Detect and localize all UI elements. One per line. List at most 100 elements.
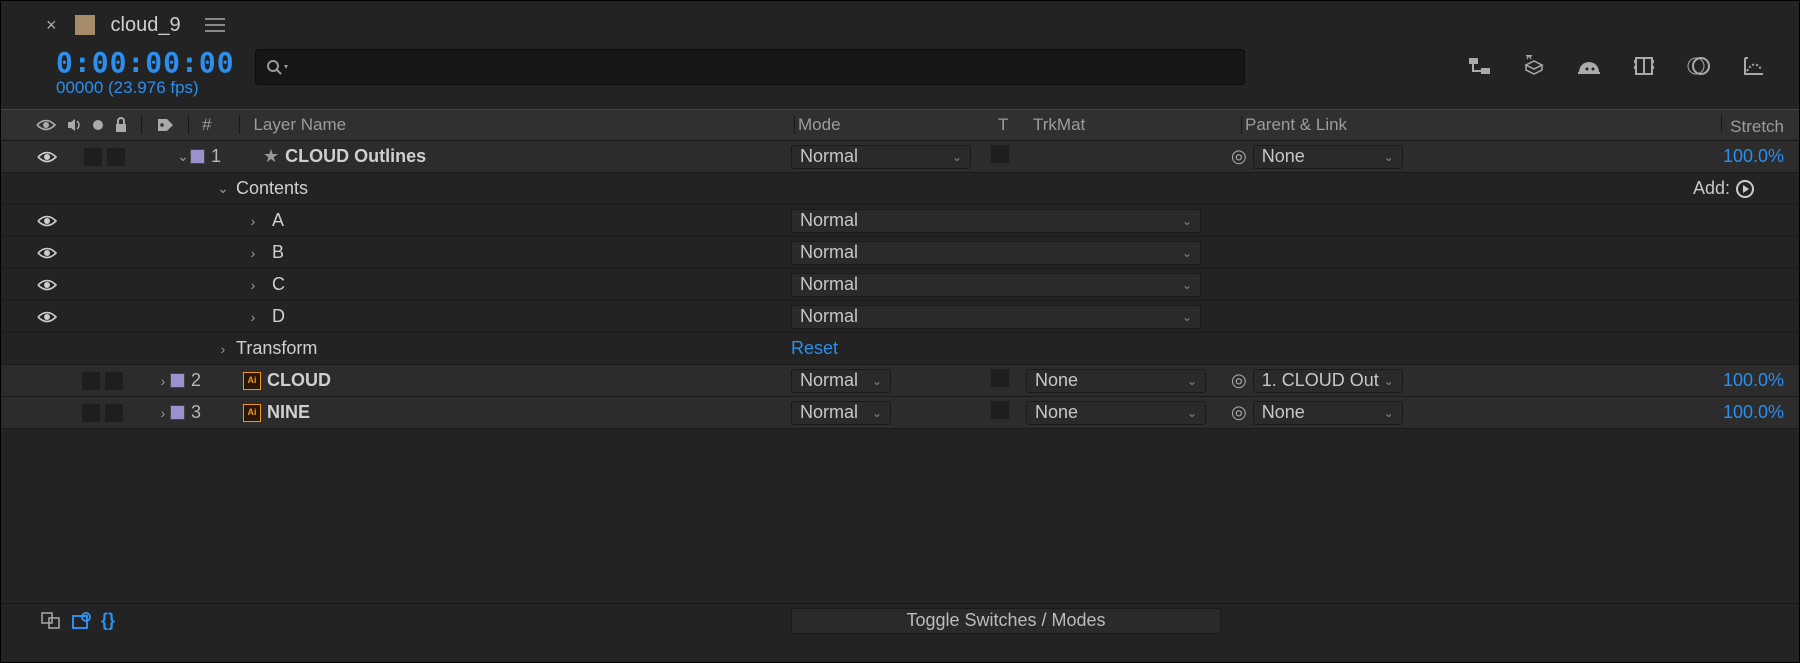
- layer-name[interactable]: CLOUD: [267, 370, 791, 391]
- search-input[interactable]: [255, 49, 1245, 85]
- mode-dropdown[interactable]: Normal⌄: [791, 241, 1201, 265]
- render-time-icon[interactable]: [71, 612, 91, 630]
- search-field[interactable]: [290, 57, 1234, 77]
- mode-dropdown[interactable]: Normal⌄: [791, 401, 891, 425]
- shape-group-row[interactable]: › D Normal⌄: [1, 301, 1799, 333]
- shape-group-name[interactable]: C: [272, 274, 791, 295]
- comp-mini-flowchart-icon[interactable]: [1464, 54, 1494, 78]
- toggle-switches-icon[interactable]: [41, 612, 61, 630]
- mode-dropdown[interactable]: Normal⌄: [791, 369, 891, 393]
- label-header-icon[interactable]: [155, 116, 175, 134]
- solo-toggle[interactable]: [82, 404, 100, 422]
- timecode-sub: 00000 (23.976 fps): [56, 79, 235, 96]
- index-header[interactable]: #: [202, 115, 211, 135]
- transform-label: Transform: [236, 338, 791, 359]
- preserve-transparency-toggle[interactable]: [991, 369, 1009, 387]
- lock-toggle[interactable]: [105, 404, 123, 422]
- visibility-toggle[interactable]: [36, 212, 58, 230]
- mode-dropdown[interactable]: Normal⌄: [791, 145, 971, 169]
- lock-toggle[interactable]: [107, 148, 125, 166]
- twirl-icon[interactable]: ⌄: [176, 148, 190, 165]
- preserve-transparency-toggle[interactable]: [991, 401, 1009, 419]
- panel-menu-icon[interactable]: [205, 18, 225, 32]
- shape-group-row[interactable]: › C Normal⌄: [1, 269, 1799, 301]
- column-header: # Layer Name Mode T TrkMat Parent & Link…: [1, 109, 1799, 141]
- label-color[interactable]: [170, 373, 185, 388]
- label-color[interactable]: [170, 405, 185, 420]
- comp-tab-name[interactable]: cloud_9: [111, 14, 181, 37]
- contents-row[interactable]: ⌄ Contents Add:: [1, 173, 1799, 205]
- motion-blur-icon[interactable]: [1684, 54, 1714, 78]
- twirl-icon[interactable]: ⌄: [216, 180, 230, 197]
- star-icon: ★: [263, 146, 279, 167]
- parent-dropdown[interactable]: None⌄: [1253, 401, 1403, 425]
- frame-blending-icon[interactable]: [1629, 54, 1659, 78]
- shape-group-name[interactable]: D: [272, 306, 791, 327]
- audio-header-icon[interactable]: [66, 117, 82, 133]
- contents-label: Contents: [236, 178, 791, 199]
- chevron-right-icon[interactable]: ›: [216, 341, 230, 357]
- layer-name-header[interactable]: Layer Name: [253, 115, 346, 135]
- label-color[interactable]: [190, 149, 205, 164]
- transform-row[interactable]: › Transform Reset: [1, 333, 1799, 365]
- shape-group-name[interactable]: B: [272, 242, 791, 263]
- chevron-right-icon[interactable]: ›: [156, 405, 170, 421]
- mode-header[interactable]: Mode: [798, 115, 841, 134]
- shy-icon[interactable]: [1574, 54, 1604, 78]
- chevron-right-icon[interactable]: ›: [246, 277, 260, 293]
- chevron-right-icon[interactable]: ›: [156, 373, 170, 389]
- expression-icon[interactable]: {}: [101, 610, 115, 631]
- lock-header-icon[interactable]: [114, 117, 128, 133]
- trkmat-dropdown[interactable]: None⌄: [1026, 401, 1206, 425]
- layer-row[interactable]: ⌄ 1 ★ CLOUD Outlines Normal⌄ ◎ None⌄ 100…: [1, 141, 1799, 173]
- visibility-toggle[interactable]: [36, 276, 58, 294]
- mode-dropdown[interactable]: Normal⌄: [791, 209, 1201, 233]
- pickwhip-icon[interactable]: ◎: [1231, 370, 1247, 391]
- layer-name[interactable]: CLOUD Outlines: [285, 146, 791, 167]
- lock-toggle[interactable]: [105, 372, 123, 390]
- mode-dropdown[interactable]: Normal⌄: [791, 273, 1201, 297]
- visibility-toggle[interactable]: [36, 148, 58, 166]
- timecode[interactable]: 0:00:00:00 00000 (23.976 fps): [56, 49, 235, 96]
- solo-header-icon[interactable]: [92, 119, 104, 131]
- solo-toggle[interactable]: [82, 372, 100, 390]
- chevron-right-icon[interactable]: ›: [246, 309, 260, 325]
- mode-dropdown[interactable]: Normal⌄: [791, 305, 1201, 329]
- parent-dropdown[interactable]: 1. CLOUD Out⌄: [1253, 369, 1403, 393]
- chevron-right-icon[interactable]: ›: [246, 245, 260, 261]
- pickwhip-icon[interactable]: ◎: [1231, 402, 1247, 423]
- comp-color-chip: [75, 15, 95, 35]
- toggle-switches-modes-button[interactable]: Toggle Switches / Modes: [791, 608, 1221, 634]
- layer-rows: ⌄ 1 ★ CLOUD Outlines Normal⌄ ◎ None⌄ 100…: [1, 141, 1799, 429]
- shape-group-row[interactable]: › A Normal⌄: [1, 205, 1799, 237]
- visibility-toggle[interactable]: [36, 308, 58, 326]
- shape-group-row[interactable]: › B Normal⌄: [1, 237, 1799, 269]
- preserve-transparency-toggle[interactable]: [991, 145, 1009, 163]
- layer-name[interactable]: NINE: [267, 402, 791, 423]
- trkmat-header[interactable]: TrkMat: [1033, 115, 1085, 134]
- eye-header-icon[interactable]: [36, 118, 56, 132]
- trkmat-dropdown[interactable]: None⌄: [1026, 369, 1206, 393]
- add-button[interactable]: [1736, 180, 1754, 198]
- draft-3d-icon[interactable]: [1519, 54, 1549, 78]
- layer-row[interactable]: › 2 Ai CLOUD Normal⌄ None⌄ ◎1. CLOUD Out…: [1, 365, 1799, 397]
- visibility-toggle[interactable]: [36, 244, 58, 262]
- pickwhip-icon[interactable]: ◎: [1231, 146, 1247, 167]
- t-header[interactable]: T: [998, 115, 1008, 134]
- parent-header[interactable]: Parent & Link: [1245, 115, 1347, 134]
- stretch-header[interactable]: Stretch: [1730, 117, 1784, 136]
- layer-index: 2: [185, 370, 207, 391]
- graph-editor-icon[interactable]: [1739, 54, 1769, 78]
- chevron-right-icon[interactable]: ›: [246, 213, 260, 229]
- reset-link[interactable]: Reset: [791, 338, 1789, 359]
- stretch-value[interactable]: 100.0%: [1699, 146, 1789, 167]
- close-icon[interactable]: ×: [46, 15, 57, 36]
- stretch-value[interactable]: 100.0%: [1699, 402, 1789, 423]
- solo-toggle[interactable]: [84, 148, 102, 166]
- layer-row[interactable]: › 3 Ai NINE Normal⌄ None⌄ ◎None⌄ 100.0%: [1, 397, 1799, 429]
- shape-group-name[interactable]: A: [272, 210, 791, 231]
- parent-dropdown[interactable]: None⌄: [1253, 145, 1403, 169]
- toolbar: [1464, 54, 1769, 78]
- search-icon: [266, 59, 290, 75]
- stretch-value[interactable]: 100.0%: [1699, 370, 1789, 391]
